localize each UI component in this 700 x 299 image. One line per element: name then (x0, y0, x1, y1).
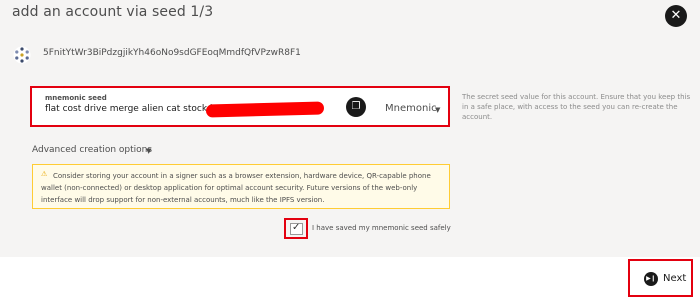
caret-down-icon[interactable]: ▼ (146, 147, 151, 155)
account-address: 5FnitYtWr3BiPdzgjikYh46oNo9sdGFEoqMmdfQf… (43, 48, 301, 58)
modal: add an account via seed 1/3 ✕ 5FnitYtWr3… (0, 0, 700, 257)
copy-icon[interactable]: ❐ (346, 97, 366, 117)
advanced-options-toggle[interactable]: Advanced creation options (32, 145, 152, 155)
modal-footer (0, 257, 700, 299)
close-icon[interactable]: ✕ (665, 5, 687, 27)
seed-type-select[interactable]: Mnemonic (385, 103, 437, 114)
seed-help-text: The secret seed value for this account. … (462, 93, 691, 121)
next-label: Next (663, 273, 687, 284)
next-icon: ▶❙ (644, 272, 658, 286)
confirm-label[interactable]: I have saved my mnemonic seed safely (312, 224, 451, 232)
modal-title: add an account via seed 1/3 (12, 4, 214, 20)
seed-value[interactable]: flat cost drive merge alien cat stock lo… (45, 104, 229, 114)
next-button[interactable]: ▶❙ Next (628, 259, 693, 297)
warning-box: ⚠ Consider storing your account in a sig… (32, 164, 450, 209)
redaction-mark (205, 101, 325, 118)
confirm-checkbox-highlight: ✓ (284, 218, 308, 239)
confirm-checkbox[interactable]: ✓ (290, 222, 303, 235)
seed-label: mnemonic seed (45, 94, 107, 102)
checkmark-icon: ✓ (292, 222, 301, 233)
seed-input-field[interactable]: mnemonic seed flat cost drive merge alie… (30, 86, 450, 127)
identicon-icon (13, 46, 31, 64)
warning-text: Consider storing your account in a signe… (41, 172, 431, 204)
caret-down-icon[interactable]: ▼ (435, 106, 440, 114)
